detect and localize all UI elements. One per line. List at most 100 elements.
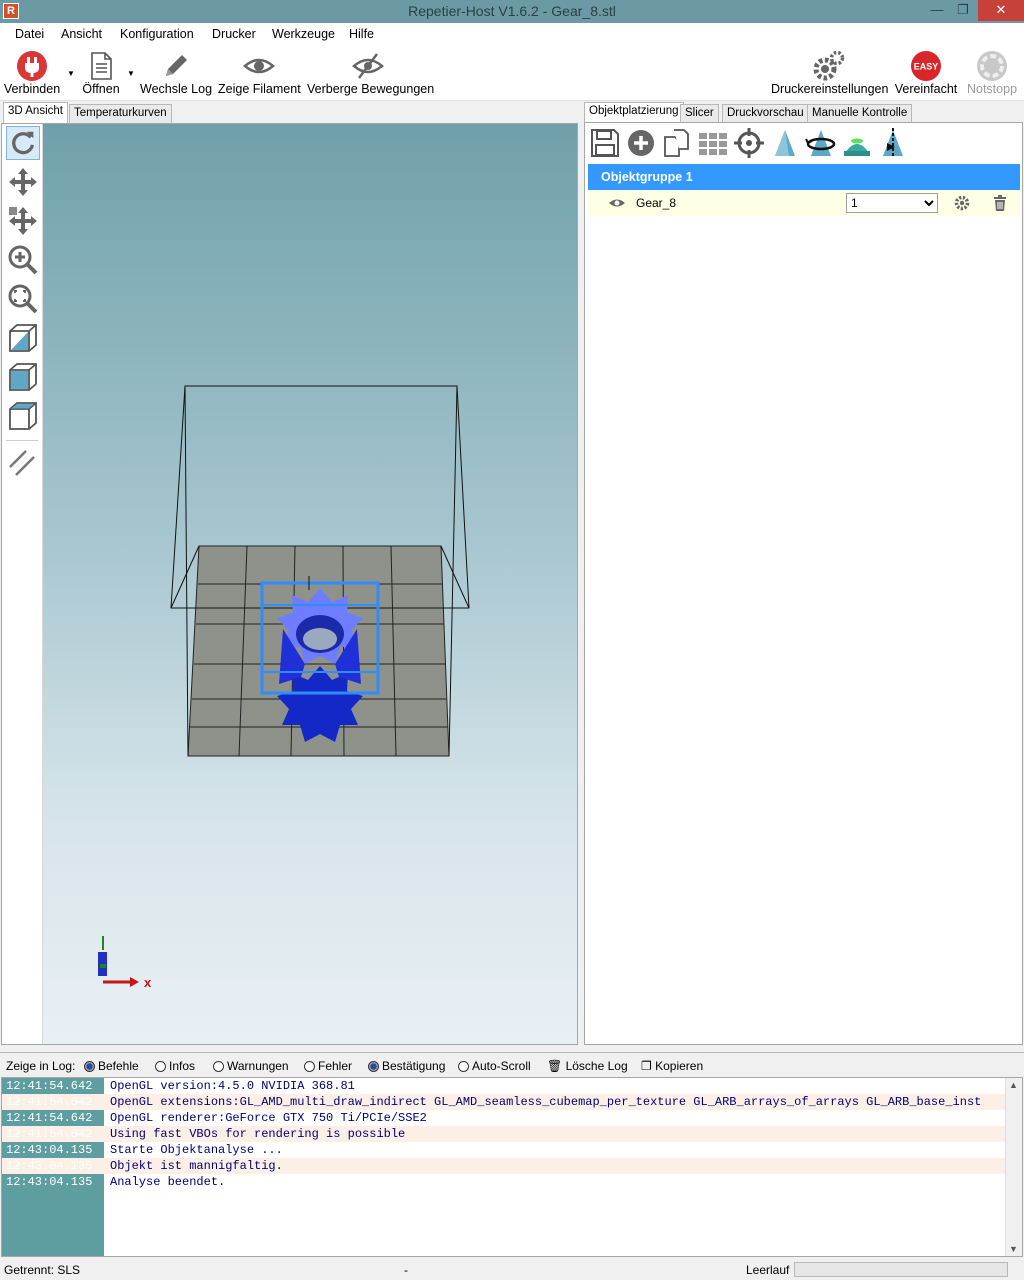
tab-object-placement[interactable]: Objektplatzierung — [584, 102, 684, 124]
view-iso-icon[interactable] — [6, 321, 40, 355]
tab-3d-view[interactable]: 3D Ansicht — [3, 102, 68, 124]
copy-log-button[interactable]: ❐ Kopieren — [641, 1059, 703, 1073]
trash-icon: 🗑 — [547, 1059, 563, 1073]
gears-icon — [813, 50, 845, 81]
add-object-icon[interactable] — [625, 127, 657, 159]
close-button[interactable]: ✕ — [978, 0, 1024, 21]
zoom-fit-icon[interactable] — [6, 282, 40, 316]
object-name: Gear_8 — [636, 196, 677, 210]
eye-icon — [243, 58, 275, 74]
emergency-stop-button[interactable]: Notstopp — [964, 45, 1020, 101]
object-settings-gear-icon[interactable] — [954, 195, 970, 211]
svg-text:x: x — [144, 975, 152, 990]
toolbar: Verbinden ▼ Öffnen ▼ Wechsle Log Zeige F… — [0, 45, 1024, 101]
window-title: Repetier-Host V1.6.2 - Gear_8.stl — [408, 3, 616, 19]
log-row: 12:41:54.642 OpenGL renderer:GeForce GTX … — [6, 1111, 427, 1125]
rotate-object-icon[interactable] — [805, 127, 837, 159]
zoom-in-icon[interactable] — [6, 243, 40, 277]
scroll-down-icon[interactable]: ▼ — [1009, 1244, 1018, 1254]
progress-bar — [794, 1262, 1008, 1277]
radio-icon — [84, 1061, 95, 1072]
printer-state: Leerlauf — [746, 1263, 790, 1277]
rotate-icon[interactable] — [6, 126, 40, 160]
tab-manual-control[interactable]: Manuelle Kontrolle — [807, 104, 913, 123]
eye-slash-icon — [352, 53, 384, 79]
menu-drucker[interactable]: Drucker — [212, 27, 256, 41]
tab-slicer[interactable]: Slicer — [680, 104, 719, 123]
simplified-mode-button[interactable]: EASY Vereinfacht — [894, 45, 958, 101]
log-option-errors[interactable]: Fehler — [304, 1059, 352, 1073]
mirror-object-icon[interactable] — [877, 127, 909, 159]
view-tools — [2, 124, 43, 1044]
visibility-eye-icon[interactable] — [608, 195, 626, 211]
delete-object-trash-icon[interactable] — [993, 195, 1007, 211]
radio-icon — [155, 1061, 166, 1072]
radio-icon — [458, 1061, 469, 1072]
move-icon[interactable] — [6, 165, 40, 199]
view-panel: x — [1, 123, 578, 1045]
radio-icon — [368, 1061, 379, 1072]
easy-badge-icon: EASY — [911, 51, 941, 81]
status-middle: - — [404, 1263, 408, 1277]
pencil-icon — [166, 55, 187, 76]
log-filter-bar: Zeige in Log: Befehle Infos Warnungen Fe… — [0, 1052, 1024, 1077]
show-filament-button[interactable]: Zeige Filament — [218, 45, 301, 101]
autoposition-icon[interactable] — [697, 127, 729, 159]
center-object-icon[interactable] — [733, 127, 765, 159]
copy-objects-icon[interactable] — [661, 127, 693, 159]
log-row: 12:41:54.642 Using fast VBOs for renderin… — [2, 1126, 1007, 1142]
menu-datei[interactable]: Datei — [15, 27, 44, 41]
menu-konfiguration[interactable]: Konfiguration — [120, 27, 194, 41]
log-row: 12:41:54.642 OpenGL version:4.5.0 NVIDIA … — [6, 1079, 355, 1093]
plug-icon — [17, 51, 47, 81]
scale-object-icon[interactable] — [769, 127, 801, 159]
log-option-warnings[interactable]: Warnungen — [213, 1059, 289, 1073]
stop-icon — [977, 51, 1007, 81]
view-top-icon[interactable] — [6, 399, 40, 433]
save-icon[interactable] — [589, 127, 621, 159]
menu-bar: Datei Ansicht Konfiguration Drucker Werk… — [0, 23, 1024, 45]
radio-icon — [304, 1061, 315, 1072]
menu-ansicht[interactable]: Ansicht — [61, 27, 102, 41]
connect-dropdown-icon[interactable]: ▼ — [67, 69, 75, 78]
tab-print-preview[interactable]: Druckvorschau — [722, 104, 809, 123]
document-icon — [91, 52, 112, 80]
view-front-icon[interactable] — [6, 360, 40, 394]
maximize-button[interactable]: ❐ — [948, 0, 978, 21]
scroll-up-icon[interactable]: ▲ — [1009, 1080, 1018, 1090]
tab-temperature-curves[interactable]: Temperaturkurven — [69, 104, 172, 123]
printer-settings-button[interactable]: Druckereinstellungen — [771, 45, 888, 101]
connection-status: Getrennt: SLS — [4, 1263, 81, 1277]
object-row[interactable]: Gear_8 1 — [588, 190, 1020, 216]
object-placement-panel: Objektgruppe 1 Gear_8 1 — [584, 122, 1023, 1045]
log-panel[interactable]: 12:41:54.642 OpenGL version:4.5.0 NVIDIA … — [1, 1077, 1023, 1257]
left-tab-strip: 3D Ansicht Temperaturkurven — [0, 101, 582, 124]
log-row: 12:43:04.135 Starte Objektanalyse ... — [6, 1143, 283, 1157]
parallel-projection-icon[interactable] — [6, 445, 40, 479]
log-option-infos[interactable]: Infos — [155, 1059, 195, 1073]
cut-object-icon[interactable] — [841, 127, 873, 159]
open-button[interactable]: Öffnen — [78, 45, 124, 101]
object-panel: Objektplatzierung Slicer Druckvorschau M… — [584, 101, 1023, 1045]
toggle-log-button[interactable]: Wechsle Log — [140, 45, 212, 101]
menu-hilfe[interactable]: Hilfe — [349, 27, 374, 41]
object-copies-select[interactable]: 1 — [846, 193, 938, 213]
log-row: 12:43:04.135 Analyse beendet. — [6, 1175, 226, 1189]
log-option-commands[interactable]: Befehle — [84, 1059, 139, 1073]
log-scrollbar[interactable]: ▲ ▼ — [1005, 1078, 1022, 1256]
connect-button[interactable]: Verbinden — [2, 45, 62, 101]
clear-log-button[interactable]: 🗑 Lösche Log — [547, 1059, 628, 1073]
svg-text:EASY: EASY — [914, 62, 939, 72]
log-row: 12:43:04.135 Objekt ist mannigfaltig. — [2, 1158, 1007, 1174]
log-option-autoscroll[interactable]: Auto-Scroll — [458, 1059, 531, 1073]
radio-icon — [213, 1061, 224, 1072]
move-object-icon[interactable] — [6, 204, 40, 238]
hide-moves-button[interactable]: Verberge Bewegungen — [307, 45, 434, 101]
right-tab-strip: Objektplatzierung Slicer Druckvorschau M… — [584, 101, 1023, 124]
open-dropdown-icon[interactable]: ▼ — [127, 69, 135, 78]
object-group-row[interactable]: Objektgruppe 1 — [588, 164, 1020, 190]
status-bar: Getrennt: SLS - Leerlauf — [0, 1259, 1024, 1280]
menu-werkzeuge[interactable]: Werkzeuge — [272, 27, 335, 41]
3d-viewport[interactable]: x — [43, 124, 577, 1044]
log-option-acknowledgement[interactable]: Bestätigung — [368, 1059, 445, 1073]
